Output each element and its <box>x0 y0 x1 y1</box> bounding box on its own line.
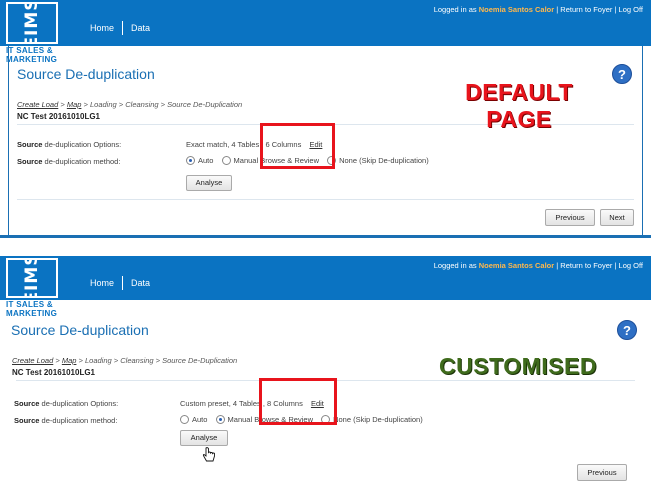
return-to-foyer-link[interactable]: Return to Foyer <box>560 261 612 270</box>
breadcrumb: Create Load > Map > Loading > Cleansing … <box>17 100 243 109</box>
main-content: Source De-duplication ? Create Load > Ma… <box>8 46 643 235</box>
page-title: Source De-duplication <box>11 322 149 338</box>
previous-button[interactable]: Previous <box>545 209 595 226</box>
divider <box>17 199 634 200</box>
method-label-rest: de-duplication method: <box>41 416 118 425</box>
main-content: Source De-duplication ? Create Load > Ma… <box>8 300 643 492</box>
top-navigation-bar: EIMS Home Data Logged in as Noemia Santo… <box>0 0 651 46</box>
breadcrumb: Create Load > Map > Loading > Cleansing … <box>12 356 238 365</box>
user-name[interactable]: Noemia Santos Calor <box>479 261 554 270</box>
help-icon[interactable]: ? <box>617 320 637 340</box>
next-button[interactable]: Next <box>600 209 634 226</box>
radio-dot[interactable] <box>180 415 189 424</box>
breadcrumb-rest: > Loading > Cleansing > Source De-Duplic… <box>83 100 243 109</box>
radio-label: Auto <box>192 415 208 424</box>
nav-home-link[interactable]: Home <box>84 23 120 33</box>
method-label: Source de-duplication method: <box>14 416 117 425</box>
method-label-bold: Source <box>17 157 43 166</box>
radio-dot[interactable] <box>186 156 195 165</box>
nav-separator <box>122 276 124 290</box>
user-name[interactable]: Noemia Santos Calor <box>479 5 554 14</box>
options-label-bold: Source <box>17 140 43 149</box>
method-label-rest: de-duplication method: <box>44 157 121 166</box>
breadcrumb-rest: > Loading > Cleansing > Source De-Duplic… <box>78 356 238 365</box>
options-label: Source de-duplication Options: <box>14 399 118 408</box>
user-bar: Logged in as Noemia Santos Calor | Retur… <box>433 5 643 14</box>
page-title: Source De-duplication <box>17 66 155 82</box>
highlight-box <box>259 378 337 425</box>
radio-label: Auto <box>198 156 214 165</box>
eims-logo[interactable]: EIMS <box>6 258 58 298</box>
options-label: Source de-duplication Options: <box>17 140 121 149</box>
return-to-foyer-link[interactable]: Return to Foyer <box>560 5 612 14</box>
radio-label: None (Skip De-duplication) <box>333 415 423 424</box>
previous-button[interactable]: Previous <box>577 464 627 481</box>
method-label-bold: Source <box>14 416 40 425</box>
options-label-rest: de-duplication Options: <box>41 399 119 408</box>
nav-data-link[interactable]: Data <box>125 23 156 33</box>
radio-auto[interactable]: Auto <box>180 415 207 424</box>
nav-home-link[interactable]: Home <box>84 278 120 288</box>
annotation-customised: CUSTOMISED <box>439 353 597 379</box>
radio-none[interactable]: None (Skip De-duplication) <box>327 156 429 165</box>
logo-mark: EIMS <box>22 2 42 44</box>
user-bar: Logged in as Noemia Santos Calor | Retur… <box>433 261 643 270</box>
hand-cursor-icon <box>202 447 215 462</box>
radio-auto[interactable]: Auto <box>186 156 213 165</box>
options-label-rest: de-duplication Options: <box>44 140 122 149</box>
help-icon[interactable]: ? <box>612 64 632 84</box>
nav-data-link[interactable]: Data <box>125 278 156 288</box>
analyse-button[interactable]: Analyse <box>180 430 228 446</box>
logged-in-prefix: Logged in as <box>433 261 477 270</box>
main-nav: Home Data <box>84 21 156 35</box>
options-label-bold: Source <box>14 399 40 408</box>
default-page-panel: EIMS Home Data Logged in as Noemia Santo… <box>0 0 651 238</box>
panel-gap <box>0 238 651 256</box>
top-navigation-bar: EIMS Home Data Logged in as Noemia Santo… <box>0 256 651 300</box>
method-label: Source de-duplication method: <box>17 157 120 166</box>
log-off-link[interactable]: Log Off <box>619 261 643 270</box>
annotation-default-page: DEFAULT PAGE <box>449 79 589 133</box>
annotation-line1: DEFAULT <box>465 79 573 105</box>
logo-mark: EIMS <box>22 258 42 298</box>
radio-label: None (Skip De-duplication) <box>339 156 429 165</box>
eims-logo[interactable]: EIMS <box>6 2 58 44</box>
breadcrumb-map[interactable]: Map <box>62 356 77 365</box>
breadcrumb-create-load[interactable]: Create Load <box>12 356 53 365</box>
customised-page-panel: EIMS Home Data Logged in as Noemia Santo… <box>0 256 651 492</box>
load-name: NC Test 20161010LG1 <box>17 112 101 121</box>
log-off-link[interactable]: Log Off <box>619 5 643 14</box>
main-nav: Home Data <box>84 276 156 290</box>
nav-separator <box>122 21 124 35</box>
logged-in-prefix: Logged in as <box>433 5 477 14</box>
radio-dot[interactable] <box>215 415 225 424</box>
radio-dot[interactable] <box>221 156 231 165</box>
load-name: NC Test 20161010LG1 <box>12 368 96 377</box>
analyse-button[interactable]: Analyse <box>186 175 232 191</box>
breadcrumb-create-load[interactable]: Create Load <box>17 100 58 109</box>
highlight-box <box>260 123 335 169</box>
breadcrumb-map[interactable]: Map <box>67 100 82 109</box>
annotation-line2: PAGE <box>486 106 552 132</box>
